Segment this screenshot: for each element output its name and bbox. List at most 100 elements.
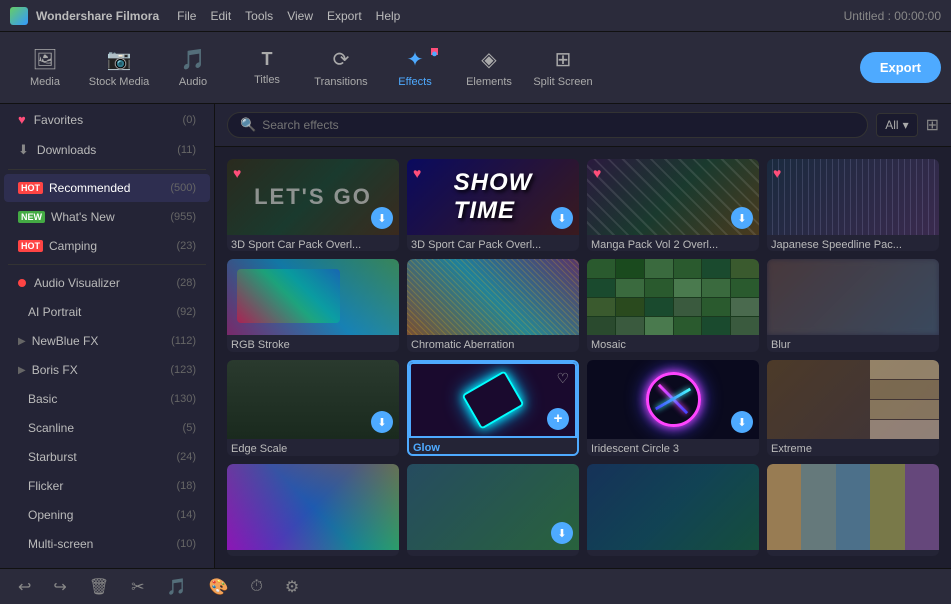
effect-card-e7[interactable]: Mosaic xyxy=(587,259,759,351)
app-name: Wondershare Filmora xyxy=(36,9,159,23)
toolbar-split-screen[interactable]: ⊞ Split Screen xyxy=(528,38,598,98)
sidebar-item-scanline[interactable]: Scanline (5) xyxy=(4,414,210,442)
newbluefx-count: (112) xyxy=(171,335,196,347)
hot-badge: HOT xyxy=(18,182,43,194)
audio-visualizer-dot xyxy=(18,279,26,287)
downloads-label: Downloads xyxy=(37,143,177,157)
effect-label-e1: 3D Sport Car Pack Overl... xyxy=(227,235,399,251)
downloads-icon: ⬇ xyxy=(18,142,29,158)
menu-help[interactable]: Help xyxy=(376,9,401,23)
cut-button[interactable]: ✂ xyxy=(127,573,148,601)
effect-card-e2[interactable]: SHOWTIME ♥ ⬇ 3D Sport Car Pack Overl... xyxy=(407,159,579,251)
effects-icon: ✦ xyxy=(407,47,424,72)
stabilize-button[interactable]: ⚙ xyxy=(281,573,303,601)
undo-button[interactable]: ↩ xyxy=(14,573,35,601)
toolbar-stock-media[interactable]: 📷 Stock Media xyxy=(84,38,154,98)
effect-card-e16[interactable] xyxy=(767,464,939,556)
sidebar-item-starburst[interactable]: Starburst (24) xyxy=(4,443,210,471)
sidebar-item-opening[interactable]: Opening (14) xyxy=(4,501,210,529)
speed-button[interactable]: ⏱ xyxy=(246,574,266,600)
sidebar-item-borisfx[interactable]: ▶ Boris FX (123) xyxy=(4,356,210,384)
search-input-container[interactable]: 🔍 xyxy=(227,112,868,138)
sidebar-item-newbluefx[interactable]: ▶ NewBlue FX (112) xyxy=(4,327,210,355)
sidebar-item-flicker[interactable]: Flicker (18) xyxy=(4,472,210,500)
heart-badge-e1: ♥ xyxy=(233,165,241,181)
favorites-label: Favorites xyxy=(34,113,183,127)
recommended-label: Recommended xyxy=(49,181,170,195)
effect-card-e15[interactable] xyxy=(587,464,759,556)
toolbar-transitions[interactable]: ⟳ Transitions xyxy=(306,38,376,98)
heart-badge-e3: ♥ xyxy=(593,165,601,181)
dl-badge-e14: ⬇ xyxy=(551,522,573,544)
menu-file[interactable]: File xyxy=(177,9,196,23)
newbluefx-chevron: ▶ xyxy=(18,336,26,347)
search-input[interactable] xyxy=(262,118,855,132)
main-area: ♥ Favorites (0) ⬇ Downloads (11) HOT Rec… xyxy=(0,104,951,568)
effect-card-e10[interactable]: ♡ + Glow xyxy=(407,360,579,456)
sidebar-item-audiovisualizer[interactable]: Audio Visualizer (28) xyxy=(4,269,210,297)
sidebar-item-aiportrait[interactable]: AI Portrait (92) xyxy=(4,298,210,326)
basic-label: Basic xyxy=(28,392,170,406)
toolbar-elements[interactable]: ◈ Elements xyxy=(454,38,524,98)
effect-card-e12[interactable]: Extreme xyxy=(767,360,939,456)
color-button[interactable]: 🎨 xyxy=(204,573,232,601)
effect-card-e3[interactable]: ♥ ⬇ Manga Pack Vol 2 Overl... xyxy=(587,159,759,251)
borisfx-count: (123) xyxy=(170,364,196,376)
aiportrait-count: (92) xyxy=(176,306,196,318)
aiportrait-label: AI Portrait xyxy=(28,305,176,319)
search-filter-dropdown[interactable]: All ▾ xyxy=(876,113,917,137)
menu-edit[interactable]: Edit xyxy=(210,9,231,23)
effect-card-e5[interactable]: RGB Stroke xyxy=(227,259,399,351)
elements-icon: ◈ xyxy=(481,47,496,72)
effect-label-e14 xyxy=(407,550,579,556)
hot-badge-camping: HOT xyxy=(18,240,43,252)
sidebar: ♥ Favorites (0) ⬇ Downloads (11) HOT Rec… xyxy=(0,104,215,568)
toolbar-effects[interactable]: ✦ Effects ● xyxy=(380,38,450,98)
sidebar-item-multiscreen[interactable]: Multi-screen (10) xyxy=(4,530,210,558)
sidebar-item-basic[interactable]: Basic (130) xyxy=(4,385,210,413)
flicker-count: (18) xyxy=(176,480,196,492)
export-button[interactable]: Export xyxy=(860,52,941,83)
effect-card-e14[interactable]: ⬇ xyxy=(407,464,579,556)
media-icon: 🖼 xyxy=(32,47,57,72)
toolbar-titles[interactable]: T Titles xyxy=(232,38,302,98)
toolbar-audio[interactable]: 🎵 Audio xyxy=(158,38,228,98)
sidebar-item-recommended[interactable]: HOT Recommended (500) xyxy=(4,174,210,202)
menu-export[interactable]: Export xyxy=(327,9,362,23)
effect-label-e13 xyxy=(227,550,399,556)
effect-card-e9[interactable]: ⬇ Edge Scale xyxy=(227,360,399,456)
sidebar-item-downloads[interactable]: ⬇ Downloads (11) xyxy=(4,135,210,165)
delete-button[interactable]: 🗑 xyxy=(85,573,113,601)
sidebar-item-favorites[interactable]: ♥ Favorites (0) xyxy=(4,105,210,134)
starburst-count: (24) xyxy=(176,451,196,463)
effect-card-e13[interactable] xyxy=(227,464,399,556)
split-screen-icon: ⊞ xyxy=(555,47,572,72)
project-title: Untitled : 00:00:00 xyxy=(844,9,941,23)
effect-label-e15 xyxy=(587,550,759,556)
effect-label-e8: Blur xyxy=(767,335,939,351)
effect-card-e1[interactable]: LET'S GO ♥ ⬇ 3D Sport Car Pack Overl... xyxy=(227,159,399,251)
grid-toggle-icon[interactable]: ⊞ xyxy=(926,115,939,135)
effect-card-e6[interactable]: Chromatic Aberration xyxy=(407,259,579,351)
redo-button[interactable]: ↪ xyxy=(49,573,70,601)
dl-badge-e3: ⬇ xyxy=(731,207,753,229)
filter-label: All xyxy=(885,118,898,132)
titles-icon: T xyxy=(262,49,273,70)
effect-card-e4[interactable]: ♥ Japanese Speedline Pac... xyxy=(767,159,939,251)
filter-chevron-icon: ▾ xyxy=(903,118,909,132)
borisfx-label: Boris FX xyxy=(32,363,171,377)
menu-tools[interactable]: Tools xyxy=(245,9,273,23)
effect-label-e6: Chromatic Aberration xyxy=(407,335,579,351)
effect-label-e10: Glow xyxy=(409,438,577,454)
heart-badge-e2: ♥ xyxy=(413,165,421,181)
toolbar-media[interactable]: 🖼 Media xyxy=(10,38,80,98)
audio-button[interactable]: 🎵 xyxy=(163,573,191,601)
effect-label-e16 xyxy=(767,550,939,556)
effect-card-e8[interactable]: Blur xyxy=(767,259,939,351)
effect-card-e11[interactable]: ⬇ Iridescent Circle 3 xyxy=(587,360,759,456)
menu-view[interactable]: View xyxy=(287,9,313,23)
favorites-icon: ♥ xyxy=(18,112,26,127)
effect-label-e7: Mosaic xyxy=(587,335,759,351)
sidebar-item-camping[interactable]: HOT Camping (23) xyxy=(4,232,210,260)
sidebar-item-whatsnew[interactable]: NEW What's New (955) xyxy=(4,203,210,231)
